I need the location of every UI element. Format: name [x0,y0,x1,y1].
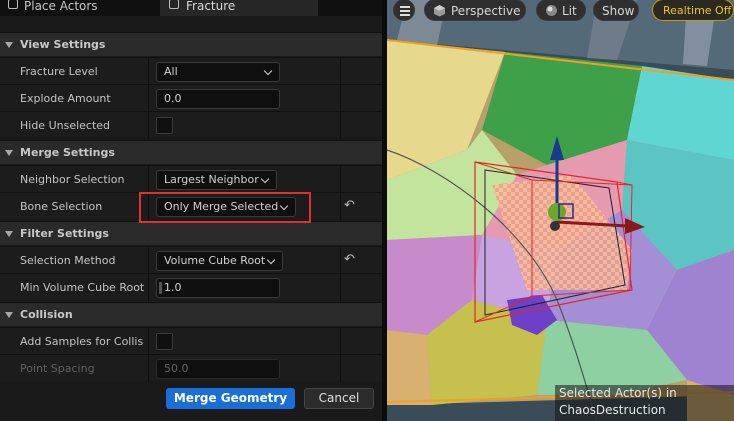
row-add-samples: Add Samples for Collis... [0,327,382,355]
reset-to-default-icon[interactable]: ↶ [344,199,358,212]
field-value: 1.0 [164,281,182,294]
row-hide-unselected: Hide Unselected [0,111,382,139]
caret-down-icon [5,312,13,318]
chevron-down-icon [260,174,270,184]
property-label: Explode Amount [20,92,111,105]
perspective-button[interactable]: Perspective [424,0,526,21]
slider-handle[interactable] [159,282,162,294]
section-title: View Settings [20,38,106,51]
selection-status: Selected Actor(s) in ChaosDestruction (P… [555,385,734,421]
field-value: 0.0 [164,92,182,105]
tab-label: Fracture [186,0,236,13]
cube-icon [434,5,445,17]
property-label: Selection Method [20,254,116,267]
tab-label: Place Actors [24,0,98,13]
dropdown-value: Volume Cube Root [164,254,266,267]
realtime-toggle-button[interactable]: Realtime Off [652,0,734,21]
status-line: Selected Actor(s) in [559,386,677,400]
row-point-spacing: Point Spacing 50.0 [0,354,382,382]
row-fracture-level: Fracture Level All [0,57,382,85]
section-title: Merge Settings [20,146,115,159]
property-label: Fracture Level [20,65,98,78]
caret-down-icon [5,150,13,156]
perspective-label: Perspective [451,4,521,18]
tab-place-actors[interactable]: Place Actors [0,0,156,16]
fracture-level-dropdown[interactable]: All [156,62,280,82]
caret-down-icon [5,42,13,48]
row-explode-amount: Explode Amount 0.0 [0,84,382,112]
show-label: Show [602,4,635,18]
cancel-button[interactable]: Cancel [304,388,374,409]
realtime-label: Realtime Off [663,4,732,17]
section-title: Collision [20,308,73,321]
show-button[interactable]: Show [593,0,639,21]
section-collision[interactable]: Collision [0,302,382,326]
dropdown-value: All [164,65,178,78]
tab-bar: Place Actors Fracture × [0,0,466,16]
section-title: Filter Settings [20,227,109,240]
row-selection-method: Selection Method Volume Cube Root ↶ [0,246,382,274]
merge-geometry-button[interactable]: Merge Geometry [166,388,295,409]
field-value: 50.0 [164,362,189,375]
hide-unselected-checkbox[interactable] [156,117,173,134]
selection-method-dropdown[interactable]: Volume Cube Root [156,251,283,271]
place-actors-icon [8,0,18,9]
point-spacing-field[interactable]: 50.0 [156,359,280,379]
explode-amount-field[interactable]: 0.0 [156,89,280,109]
caret-down-icon [5,231,13,237]
section-filter-settings[interactable]: Filter Settings [0,221,382,245]
status-line: ChaosDestruction (Persistent) [559,403,666,421]
viewport-scene[interactable] [387,0,734,421]
property-label: Hide Unselected [20,119,111,132]
neighbor-selection-dropdown[interactable]: Largest Neighbor [156,170,277,190]
viewport-menu-button[interactable] [393,0,415,21]
chevron-down-icon [266,255,276,265]
row-neighbor-selection: Neighbor Selection Largest Neighbor [0,165,382,193]
lit-button[interactable]: Lit [536,0,586,21]
fracture-details-panel: Place Actors Fracture × View Settings Fr… [0,0,466,421]
section-view-settings[interactable]: View Settings [0,32,382,56]
row-min-volume-cube-root: Min Volume Cube Root 1.0 [0,273,382,301]
section-merge-settings[interactable]: Merge Settings [0,140,382,164]
property-label: Add Samples for Collis... [20,335,144,348]
property-label: Min Volume Cube Root [20,281,144,294]
property-label: Point Spacing [20,362,95,375]
lit-label: Lit [562,4,577,18]
property-label: Bone Selection [20,200,103,213]
tab-fracture[interactable]: Fracture × [160,0,466,16]
dropdown-value: Largest Neighbor [164,173,259,186]
fracture-icon [169,0,179,9]
level-viewport[interactable]: Perspective Lit Show Realtime Off Select… [387,0,734,421]
property-label: Neighbor Selection [20,173,125,186]
min-volume-slider-field[interactable]: 1.0 [156,278,280,298]
bone-selection-highlight [139,192,311,223]
sphere-icon [546,5,557,16]
chevron-down-icon [263,66,273,76]
add-samples-checkbox[interactable] [156,333,173,350]
reset-to-default-icon[interactable]: ↶ [344,253,358,266]
